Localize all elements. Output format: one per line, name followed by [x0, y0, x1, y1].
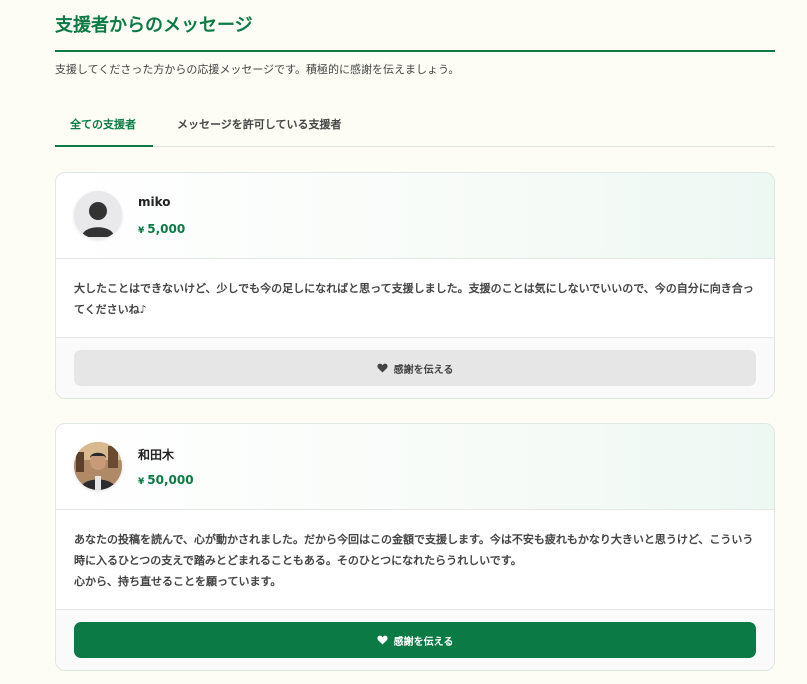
- supporter-message: あなたの投稿を読んで、心が動かされました。だから今回はこの金額で支援します。今は…: [56, 510, 774, 610]
- supporter-card: 和田木 ¥50,000 あなたの投稿を読んで、心が動かされました。だから今回はこ…: [55, 423, 775, 671]
- supporter-name: miko: [138, 195, 171, 209]
- send-thanks-label: 感謝を伝える: [393, 364, 454, 376]
- supporter-card-footer: 感謝を伝える: [56, 338, 774, 398]
- currency-symbol: ¥: [138, 226, 145, 236]
- page-title: 支援者からのメッセージ: [55, 0, 775, 52]
- supporter-message: 大したことはできないけど、少しでも今の足しになればと思って支援しました。支援のこ…: [56, 259, 774, 338]
- page: 支援者からのメッセージ 支援してくださった方からの応援メッセージです。積極的に感…: [55, 0, 775, 671]
- send-thanks-label: 感謝を伝える: [393, 636, 454, 648]
- send-thanks-button[interactable]: 感謝を伝える: [74, 622, 756, 658]
- currency-symbol: ¥: [138, 477, 145, 487]
- supporter-card-footer: 感謝を伝える: [56, 610, 774, 670]
- heart-icon: [377, 363, 388, 373]
- tab-bar: 全ての支援者 メッセージを許可している支援者: [55, 110, 775, 147]
- page-description: 支援してくださった方からの応援メッセージです。積極的に感謝を伝えましょう。: [55, 63, 460, 76]
- support-amount: ¥5,000: [138, 222, 185, 236]
- support-amount-value: 50,000: [147, 473, 194, 487]
- send-thanks-button[interactable]: 感謝を伝える: [74, 350, 756, 386]
- message-paragraph: あなたの投稿を読んで、心が動かされました。だから今回はこの金額で支援します。今は…: [74, 533, 754, 567]
- tab-all-supporters[interactable]: 全ての支援者: [55, 110, 153, 147]
- supporter-card-header: miko ¥5,000: [56, 173, 774, 259]
- message-paragraph: 心から、持ち直せることを願っています。: [74, 575, 282, 588]
- tab-message-allowed-supporters[interactable]: メッセージを許可している支援者: [153, 110, 356, 147]
- supporter-card: miko ¥5,000 大したことはできないけど、少しでも今の足しになればと思っ…: [55, 172, 775, 399]
- supporter-card-header: 和田木 ¥50,000: [56, 424, 774, 510]
- default-user-icon: [74, 191, 122, 239]
- support-amount-value: 5,000: [147, 222, 186, 236]
- user-photo: [74, 442, 122, 490]
- supporter-name: 和田木: [138, 448, 175, 462]
- message-paragraph: 大したことはできないけど、少しでも今の足しになればと思って支援しました。支援のこ…: [74, 282, 754, 316]
- support-amount: ¥50,000: [138, 473, 194, 487]
- heart-icon: [377, 635, 388, 645]
